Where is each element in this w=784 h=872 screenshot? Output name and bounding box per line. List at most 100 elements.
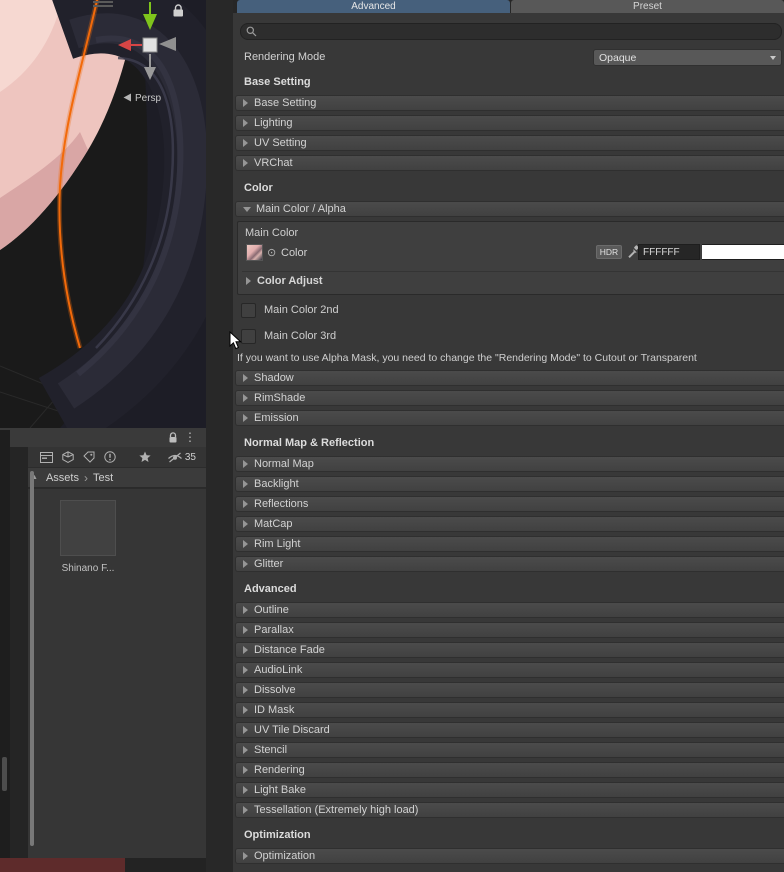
foldout-row[interactable]: Parallax <box>235 622 784 638</box>
outer-scrollbar-thumb[interactable] <box>2 757 7 791</box>
color-section-rows: Shadow RimShade Emission <box>233 370 784 426</box>
foldout-label: Dissolve <box>254 684 296 696</box>
checkbox-unchecked[interactable] <box>241 328 256 344</box>
left-column: Persp ⋮ 35 ▲ Assets › Test Shinano F... <box>0 0 206 872</box>
asset-thumbnail[interactable] <box>60 500 116 556</box>
foldout-color-adjust[interactable]: Color Adjust <box>242 271 784 290</box>
base-setting-rows: Base Setting Lighting UV Setting VRChat <box>233 95 784 171</box>
kebab-menu-icon[interactable]: ⋮ <box>184 430 196 444</box>
foldout-row[interactable]: ID Mask <box>235 702 784 718</box>
chevron-right-icon <box>243 520 248 528</box>
chevron-right-icon <box>243 394 248 402</box>
color-property-row: ⊙ Color HDR FFFFFF <box>245 244 784 262</box>
foldout-row[interactable]: Dissolve <box>235 682 784 698</box>
section-header-normal-map: Normal Map & Reflection <box>244 437 375 449</box>
chevron-right-icon <box>243 646 248 654</box>
chevron-right-icon <box>243 374 248 382</box>
foldout-label: Stencil <box>254 744 288 756</box>
lock-icon[interactable] <box>168 432 178 447</box>
hex-value-field[interactable]: FFFFFF <box>638 244 700 260</box>
project-scrollbar-thumb[interactable] <box>30 471 34 846</box>
chevron-right-icon <box>243 686 248 694</box>
breadcrumb-separator-icon: › <box>83 470 88 485</box>
outer-scrollbar-track[interactable] <box>0 430 10 858</box>
foldout-row[interactable]: Distance Fade <box>235 642 784 658</box>
foldout-row[interactable]: Optimization <box>235 848 784 864</box>
foldout-label: Normal Map <box>254 458 314 470</box>
foldout-label: Rendering <box>254 764 305 776</box>
main-color-box: Main Color ⊙ Color HDR FFFFFF Color Adju… <box>237 221 784 295</box>
hdr-badge: HDR <box>596 245 622 259</box>
foldout-row[interactable]: UV Tile Discard <box>235 722 784 738</box>
object-picker-icon[interactable]: ⊙ <box>267 246 276 259</box>
foldout-row[interactable]: Stencil <box>235 742 784 758</box>
foldout-label: MatCap <box>254 518 293 530</box>
foldout-row[interactable]: Shadow <box>235 370 784 386</box>
foldout-label: Backlight <box>254 478 299 490</box>
star-icon[interactable] <box>139 451 151 463</box>
tag-icon[interactable] <box>83 451 95 463</box>
foldout-label: UV Tile Discard <box>254 724 330 736</box>
foldout-label: ID Mask <box>254 704 295 716</box>
scene-view[interactable]: Persp <box>0 0 206 428</box>
breadcrumb-root[interactable]: Assets <box>46 472 79 484</box>
chevron-right-icon <box>243 726 248 734</box>
foldout-row[interactable]: Outline <box>235 602 784 618</box>
search-input[interactable] <box>240 23 782 40</box>
main-color-title: Main Color <box>245 227 299 239</box>
prefab-icon[interactable] <box>62 451 74 463</box>
color-swatch[interactable] <box>702 244 784 260</box>
rendering-mode-label: Rendering Mode <box>244 51 326 63</box>
texture-thumbnail[interactable] <box>246 244 263 261</box>
console-icon[interactable] <box>40 451 53 463</box>
foldout-row[interactable]: Rendering <box>235 762 784 778</box>
chevron-down-icon <box>770 55 776 60</box>
foldout-row[interactable]: MatCap <box>235 516 784 532</box>
breadcrumb-current[interactable]: Test <box>93 472 113 484</box>
foldout-label: Main Color / Alpha <box>256 203 346 215</box>
foldout-row[interactable]: Tessellation (Extremely high load) <box>235 802 784 818</box>
chevron-right-icon <box>243 414 248 422</box>
foldout-label: Outline <box>254 604 289 616</box>
panel-divider[interactable] <box>206 0 233 872</box>
gizmo-center-handle[interactable] <box>142 37 158 53</box>
foldout-row[interactable]: Normal Map <box>235 456 784 472</box>
foldout-label: Reflections <box>254 498 309 510</box>
toggle-main-color-2nd[interactable]: Main Color 2nd <box>241 302 784 318</box>
tab-preset[interactable]: Preset <box>511 0 784 13</box>
checkbox-unchecked[interactable] <box>241 302 256 318</box>
foldout-row[interactable]: AudioLink <box>235 662 784 678</box>
eyedropper-icon <box>627 245 639 258</box>
toggle-main-color-3rd[interactable]: Main Color 3rd <box>241 328 784 344</box>
foldout-row[interactable]: Base Setting <box>235 95 784 111</box>
chevron-right-icon <box>243 460 248 468</box>
foldout-row[interactable]: Lighting <box>235 115 784 131</box>
section-header-advanced: Advanced <box>244 583 297 595</box>
foldout-row[interactable]: Rim Light <box>235 536 784 552</box>
toggle-label: Main Color 3rd <box>264 330 337 342</box>
foldout-row[interactable]: Glitter <box>235 556 784 572</box>
warning-icon[interactable] <box>104 451 116 463</box>
foldout-row[interactable]: Light Bake <box>235 782 784 798</box>
foldout-label: Rim Light <box>254 538 301 550</box>
asset-label[interactable]: Shinano F... <box>28 563 148 574</box>
foldout-row[interactable]: RimShade <box>235 390 784 406</box>
color-property-label: Color <box>281 247 308 259</box>
search-icon <box>246 26 257 37</box>
rendering-mode-row: Rendering Mode Opaque <box>233 49 784 66</box>
chevron-right-icon <box>243 706 248 714</box>
rendering-mode-dropdown[interactable]: Opaque <box>593 49 782 66</box>
foldout-main-color-alpha[interactable]: Main Color / Alpha <box>235 201 784 217</box>
tab-advanced[interactable]: Advanced <box>237 0 510 13</box>
foldout-label: Shadow <box>254 372 294 384</box>
inspector-panel: Advanced Preset Rendering Mode Opaque Ba… <box>233 0 784 872</box>
foldout-row[interactable]: Backlight <box>235 476 784 492</box>
scene-visibility-toggle[interactable]: 35 <box>167 452 196 463</box>
foldout-row[interactable]: Emission <box>235 410 784 426</box>
chevron-right-icon <box>246 277 251 285</box>
foldout-row[interactable]: Reflections <box>235 496 784 512</box>
foldout-row[interactable]: VRChat <box>235 155 784 171</box>
chevron-down-icon <box>243 207 251 212</box>
toggle-label: Main Color 2nd <box>264 304 339 316</box>
foldout-row[interactable]: UV Setting <box>235 135 784 151</box>
